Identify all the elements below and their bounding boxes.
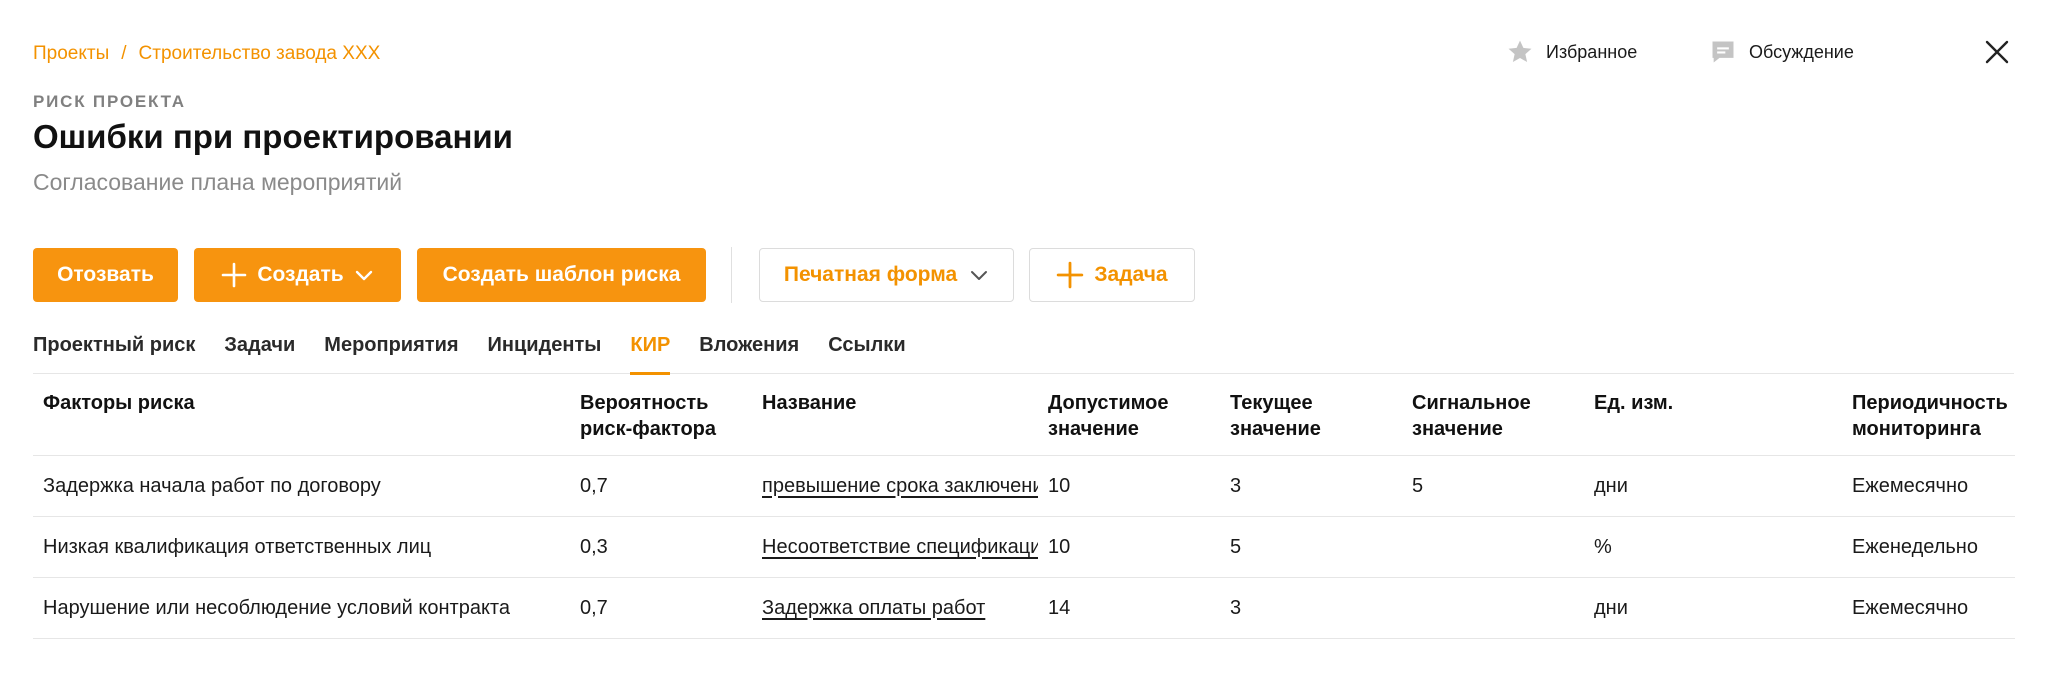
recall-button[interactable]: Отозвать <box>33 248 178 302</box>
cell-risk-factor: Задержка начала работ по договору <box>33 455 570 517</box>
chat-icon <box>1712 41 1734 63</box>
create-button[interactable]: Создать <box>194 248 401 302</box>
favorite-label: Избранное <box>1546 41 1638 62</box>
cell-allowed-value: 14 <box>1038 577 1220 639</box>
tab-measures[interactable]: Мероприятия <box>324 328 458 374</box>
cell-probability: 0,3 <box>570 516 752 578</box>
tab-attachments[interactable]: Вложения <box>699 328 799 374</box>
column-header[interactable]: Допустимое значение <box>1038 376 1220 456</box>
column-header[interactable]: Ед. изм. <box>1584 376 1842 456</box>
cell-risk-factor: Низкая квалификация ответственных лиц <box>33 516 570 578</box>
cell-period: Еженедельно <box>1842 516 2015 578</box>
kir-name-link[interactable]: Несоответствие спецификации <box>762 536 1038 558</box>
cell-current-value: 3 <box>1220 577 1402 639</box>
tab-kir[interactable]: КИР <box>630 328 670 375</box>
add-task-label: Задача <box>1094 263 1168 286</box>
breadcrumb: Проекты / Строительство завода ХХХ <box>33 43 380 65</box>
print-form-label: Печатная форма <box>783 263 958 286</box>
add-task-button[interactable]: Задача <box>1029 248 1195 302</box>
create-risk-template-button[interactable]: Создать шаблон риска <box>417 248 706 302</box>
tab-project-risk[interactable]: Проектный риск <box>33 328 195 374</box>
close-button[interactable] <box>1981 36 2013 68</box>
cell-probability: 0,7 <box>570 455 752 517</box>
close-icon <box>1985 40 2009 64</box>
star-icon <box>1508 40 1532 63</box>
cell-current-value: 3 <box>1220 455 1402 517</box>
cell-risk-factor: Нарушение или несоблюдение условий контр… <box>33 577 570 639</box>
cell-unit: дни <box>1584 455 1842 517</box>
cell-period: Ежемесячно <box>1842 577 2015 639</box>
column-header[interactable]: Текущее значение <box>1220 376 1402 456</box>
discussion-button[interactable]: Обсуждение <box>1709 38 1854 66</box>
column-header[interactable]: Факторы риска <box>33 376 570 456</box>
table-header-row: Факторы риска Вероятность риск-фактора Н… <box>33 376 2015 456</box>
create-label: Создать <box>257 263 344 286</box>
kir-name-link[interactable]: превышение срока заключения <box>762 475 1038 497</box>
tab-tasks[interactable]: Задачи <box>224 328 295 374</box>
cell-period: Ежемесячно <box>1842 455 2015 517</box>
cell-probability: 0,7 <box>570 577 752 639</box>
cell-name: Несоответствие спецификации <box>752 516 1038 578</box>
cell-unit: % <box>1584 516 1842 578</box>
toolbar-divider <box>731 247 732 303</box>
toolbar: Отозвать Создать Создать шаблон риска Пе… <box>33 247 1195 303</box>
kir-name-link[interactable]: Задержка оплаты работ <box>762 597 985 619</box>
kir-table: Факторы риска Вероятность риск-фактора Н… <box>33 376 2015 639</box>
tab-links[interactable]: Ссылки <box>828 328 905 374</box>
tab-incidents[interactable]: Инциденты <box>488 328 602 374</box>
column-header[interactable]: Периодичность мониторинга <box>1842 376 2015 456</box>
cell-name: превышение срока заключения <box>752 455 1038 517</box>
column-header[interactable]: Сигнальное значение <box>1402 376 1584 456</box>
cell-signal-value <box>1402 577 1584 639</box>
page-title: Ошибки при проектировании <box>33 118 513 155</box>
breadcrumb-project[interactable]: Строительство завода ХХХ <box>139 43 381 65</box>
page-subtitle: Согласование плана мероприятий <box>33 169 403 195</box>
column-header[interactable]: Название <box>752 376 1038 456</box>
favorite-button[interactable]: Избранное <box>1506 38 1637 66</box>
table-row[interactable]: Низкая квалификация ответственных лиц 0,… <box>33 516 2015 578</box>
discussion-label: Обсуждение <box>1749 41 1854 62</box>
table-row[interactable]: Задержка начала работ по договору 0,7 пр… <box>33 455 2015 517</box>
plus-icon <box>1057 261 1084 289</box>
cell-unit: дни <box>1584 577 1842 639</box>
breadcrumb-projects[interactable]: Проекты <box>33 43 109 65</box>
cell-allowed-value: 10 <box>1038 516 1220 578</box>
chevron-down-icon <box>355 270 372 281</box>
column-header[interactable]: Вероятность риск-фактора <box>570 376 752 456</box>
tab-bar: Проектный риск Задачи Мероприятия Инциде… <box>33 328 2014 375</box>
chevron-down-icon <box>971 271 988 280</box>
cell-signal-value <box>1402 516 1584 578</box>
cell-allowed-value: 10 <box>1038 455 1220 517</box>
table-row[interactable]: Нарушение или несоблюдение условий контр… <box>33 577 2015 639</box>
print-form-button[interactable]: Печатная форма <box>759 248 1014 302</box>
plus-icon <box>222 262 247 288</box>
breadcrumb-separator: / <box>121 43 127 64</box>
cell-signal-value: 5 <box>1402 455 1584 517</box>
cell-current-value: 5 <box>1220 516 1402 578</box>
page-kicker: РИСК ПРОЕКТА <box>33 92 186 111</box>
cell-name: Задержка оплаты работ <box>752 577 1038 639</box>
